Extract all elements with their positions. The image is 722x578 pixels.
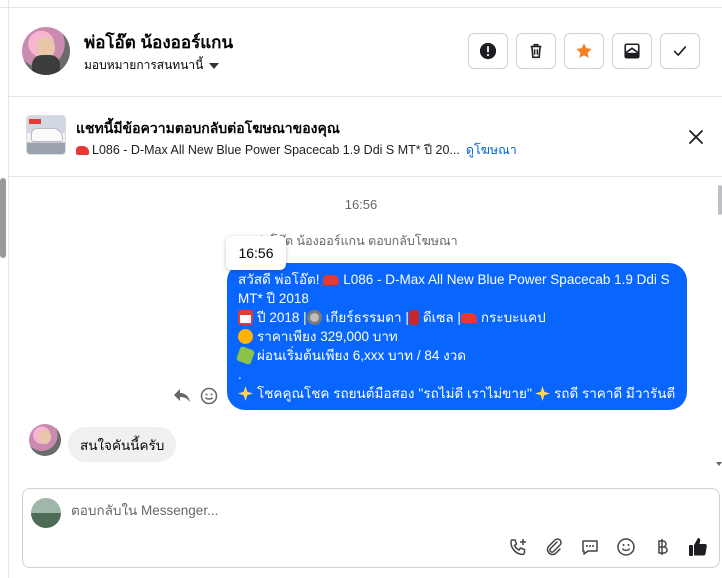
close-banner-button[interactable] — [684, 125, 708, 149]
calendar-emoji-icon — [238, 310, 253, 325]
ad-subtitle-text: L086 - D-Max All New Blue Power Spacecab… — [92, 143, 460, 157]
outgoing-message-bubble[interactable]: สวัสดี พ่อโอ๊ต! L086 - D-Max All New Blu… — [227, 263, 687, 410]
sparkles-emoji-icon — [535, 386, 551, 401]
check-icon — [673, 46, 687, 56]
delete-button[interactable] — [516, 33, 556, 69]
page-avatar — [31, 498, 61, 528]
assign-conversation-dropdown[interactable]: มอบหมายการสนทนานี้ — [84, 56, 220, 75]
exclamation-icon — [479, 42, 497, 60]
message-line-4: ผ่อนเริ่มต้นเพียง 6,xxx บาท / 84 งวด — [235, 345, 675, 366]
time-tooltip: 16:56 — [226, 236, 286, 270]
message-timestamp: 16:56 — [344, 197, 378, 212]
contact-avatar-small[interactable] — [29, 424, 61, 456]
assign-label: มอบหมายการสนทนานี้ — [84, 58, 204, 72]
thumbs-up-icon[interactable] — [687, 536, 709, 558]
composer-toolbar — [507, 536, 709, 558]
ad-reply-banner: แชทนี้มีข้อความตอบกลับต่อโฆษณาของคุณ L08… — [9, 97, 722, 177]
trash-icon — [530, 43, 542, 59]
baht-payment-icon[interactable] — [651, 536, 673, 558]
reply-input[interactable] — [71, 503, 471, 518]
caret-down-icon — [209, 62, 220, 69]
attach-icon[interactable] — [543, 536, 565, 558]
scroll-down-arrow-icon[interactable] — [716, 462, 722, 466]
call-add-icon[interactable] — [507, 536, 529, 558]
ad-banner-subtitle: L086 - D-Max All New Blue Power Spacecab… — [76, 140, 517, 160]
fuel-emoji-icon — [408, 310, 419, 325]
left-scrollbar[interactable] — [0, 178, 6, 258]
message-composer — [22, 488, 720, 568]
reply-icon[interactable] — [172, 387, 192, 405]
message-line-2: ปี 2018 | เกียร์ธรรมดา | ดีเซล | กระบะแค… — [238, 308, 675, 327]
saved-reply-icon[interactable] — [579, 536, 601, 558]
ad-banner-title: แชทนี้มีข้อความตอบกลับต่อโฆษณาของคุณ — [76, 120, 340, 136]
message-line-3: ราคาเพียง 329,000 บาท — [238, 327, 675, 346]
message-actions — [172, 387, 218, 405]
car-emoji-icon — [76, 146, 89, 156]
window-top-edge — [0, 0, 722, 8]
message-line-5: . — [238, 367, 242, 382]
star-button[interactable] — [564, 33, 604, 69]
boom-emoji-icon — [238, 329, 253, 344]
mark-done-button[interactable] — [660, 33, 700, 69]
message-line-6: โชคคูณโชค รถยนต์มือสอง ''รถไม่ดี เราไม่ข… — [238, 384, 675, 403]
ad-thumbnail[interactable] — [26, 115, 66, 155]
move-to-inbox-button[interactable] — [612, 33, 652, 69]
message-line-1: สวัสดี พ่อโอ๊ต! L086 - D-Max All New Blu… — [238, 272, 670, 306]
car-emoji-icon — [323, 275, 340, 286]
emoji-icon[interactable] — [615, 536, 637, 558]
conversation-header: พ่อโอ๊ต น้องออร์แกน มอบหมายการสนทนานี้ — [9, 9, 722, 97]
star-icon — [576, 43, 592, 58]
inbox-icon — [624, 43, 640, 59]
react-smiley-icon[interactable] — [200, 387, 218, 405]
contact-name[interactable]: พ่อโอ๊ต น้องออร์แกน — [84, 29, 233, 56]
gear-emoji-icon — [306, 310, 322, 325]
money-wings-emoji-icon — [235, 345, 256, 366]
sparkles-emoji-icon — [238, 386, 253, 401]
pickup-emoji-icon — [460, 312, 477, 323]
close-icon — [689, 130, 703, 144]
mark-spam-button[interactable] — [468, 33, 508, 69]
view-ad-link[interactable]: ดูโฆษณา — [466, 143, 517, 157]
contact-avatar[interactable] — [22, 27, 70, 75]
incoming-message-bubble[interactable]: สนใจคันนี้ครับ — [68, 427, 177, 462]
